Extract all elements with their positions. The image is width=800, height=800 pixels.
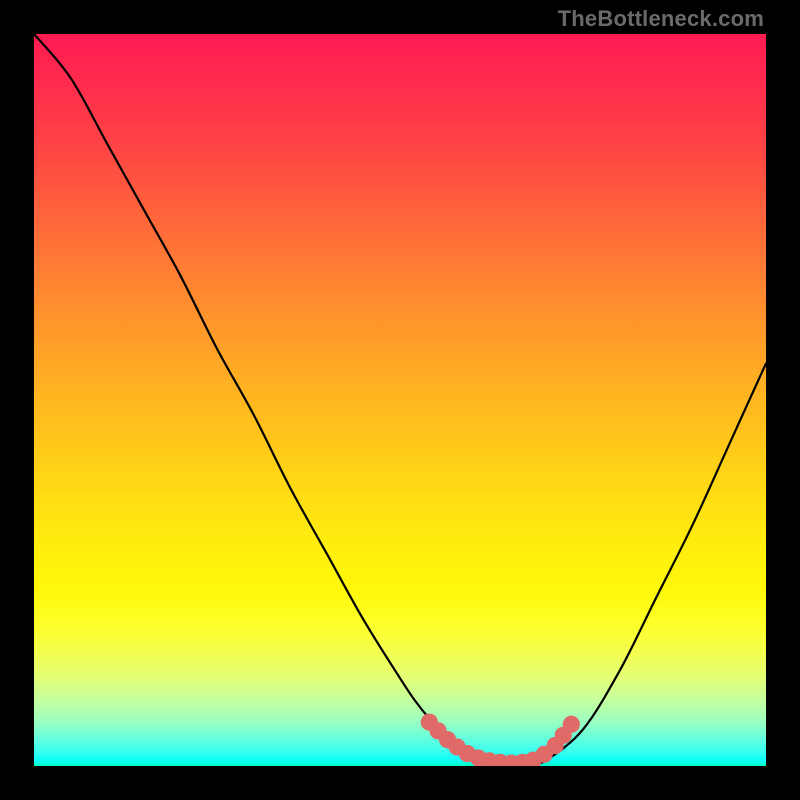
optimal-zone-markers <box>421 713 580 766</box>
attribution-label: TheBottleneck.com <box>558 6 764 32</box>
chart-frame <box>34 34 766 766</box>
marker-dot <box>563 716 580 733</box>
bottleneck-curve <box>34 34 766 764</box>
chart-svg <box>34 34 766 766</box>
